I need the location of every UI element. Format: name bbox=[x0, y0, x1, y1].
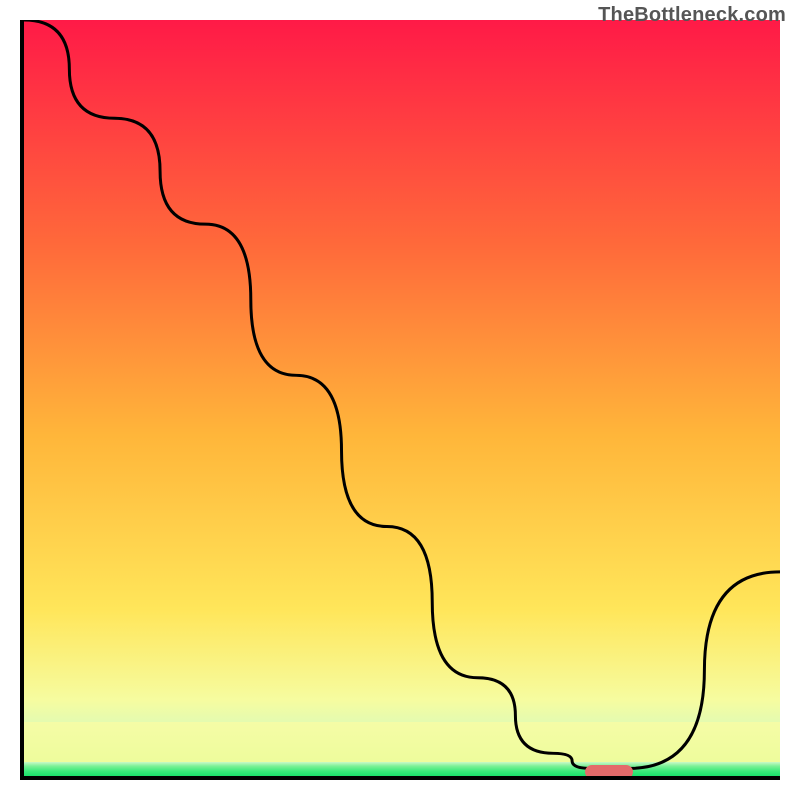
optimal-point-marker bbox=[585, 765, 633, 779]
curve-svg bbox=[24, 20, 780, 776]
watermark-text: TheBottleneck.com bbox=[598, 4, 786, 27]
bottleneck-curve bbox=[24, 20, 780, 768]
plot-area bbox=[20, 20, 780, 780]
chart-container: TheBottleneck.com bbox=[0, 0, 800, 800]
